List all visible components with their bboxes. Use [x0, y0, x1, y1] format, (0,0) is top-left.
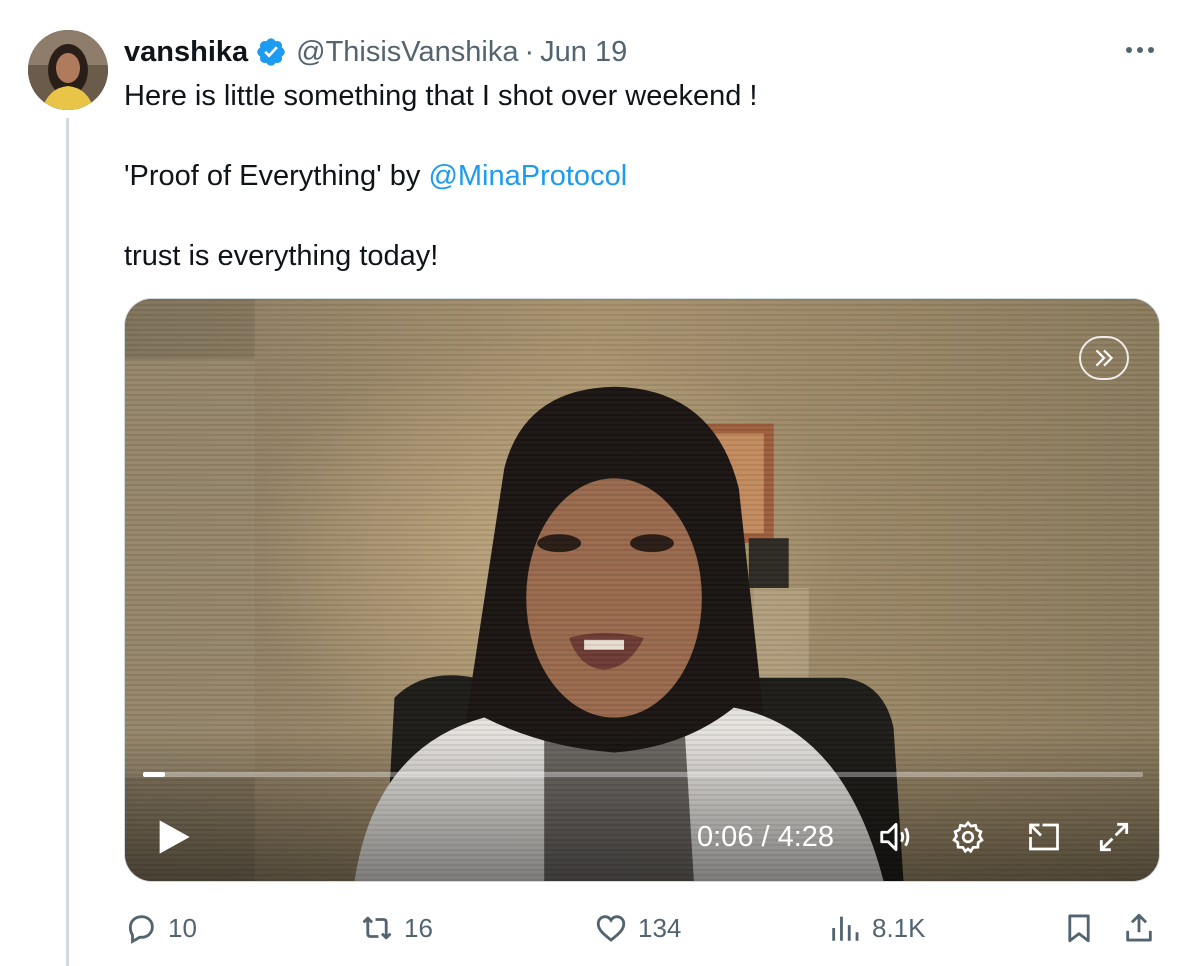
video-player[interactable]: 0:06 / 4:28	[124, 298, 1160, 882]
views-chart-icon	[832, 916, 859, 941]
like-button[interactable]: 134	[594, 904, 681, 952]
tweet-line-1: Here is little something that I shot ove…	[124, 80, 758, 112]
video-progress-bar[interactable]	[143, 772, 1143, 777]
author-avatar[interactable]	[28, 30, 108, 110]
share-icon	[1126, 913, 1152, 942]
repost-count: 16	[404, 912, 433, 943]
volume-icon[interactable]	[875, 816, 917, 858]
repost-icon	[362, 916, 392, 940]
verified-badge-icon	[255, 36, 287, 68]
tweet-date[interactable]: Jun 19	[540, 36, 627, 69]
avatar-photo	[28, 30, 108, 110]
reply-button[interactable]: 10	[124, 904, 197, 952]
author-handle[interactable]: @ThisisVanshika	[296, 36, 518, 69]
tweet-line-2-text: 'Proof of Everything' by	[124, 160, 429, 192]
like-count: 134	[638, 912, 682, 943]
reply-icon	[128, 915, 154, 944]
tweet-actions-bar: 10 16 134 8.1K	[124, 904, 1160, 952]
bookmark-icon	[1068, 914, 1090, 943]
video-frame	[125, 299, 1159, 881]
tweet-text: Here is little something that I shot ove…	[124, 76, 757, 276]
video-time-display: 0:06 / 4:28	[697, 821, 835, 853]
heart-icon	[596, 915, 626, 942]
skip-forward-icon[interactable]	[1079, 336, 1129, 380]
settings-gear-icon[interactable]	[947, 816, 989, 858]
mention-link[interactable]: @MinaProtocol	[428, 160, 627, 192]
more-options-icon[interactable]	[1120, 30, 1160, 70]
author-name[interactable]: vanshika	[124, 36, 248, 69]
repost-button[interactable]: 16	[360, 904, 433, 952]
views-button[interactable]: 8.1K	[828, 904, 926, 952]
reply-count: 10	[168, 912, 197, 943]
tweet-line-3: trust is everything today!	[124, 240, 439, 272]
fullscreen-icon[interactable]	[1093, 816, 1135, 858]
play-icon[interactable]	[153, 817, 193, 857]
thread-line	[66, 118, 69, 966]
share-button[interactable]	[1122, 904, 1166, 952]
tweet-line-2: 'Proof of Everything' by @MinaProtocol	[124, 156, 757, 196]
tweet-header: vanshika @ThisisVanshika · Jun 19	[124, 32, 627, 72]
views-count: 8.1K	[872, 912, 926, 943]
video-progress-fill	[143, 772, 165, 777]
picture-in-picture-icon[interactable]	[1023, 816, 1065, 858]
header-separator: ·	[524, 35, 535, 68]
bookmark-button[interactable]	[1062, 904, 1106, 952]
